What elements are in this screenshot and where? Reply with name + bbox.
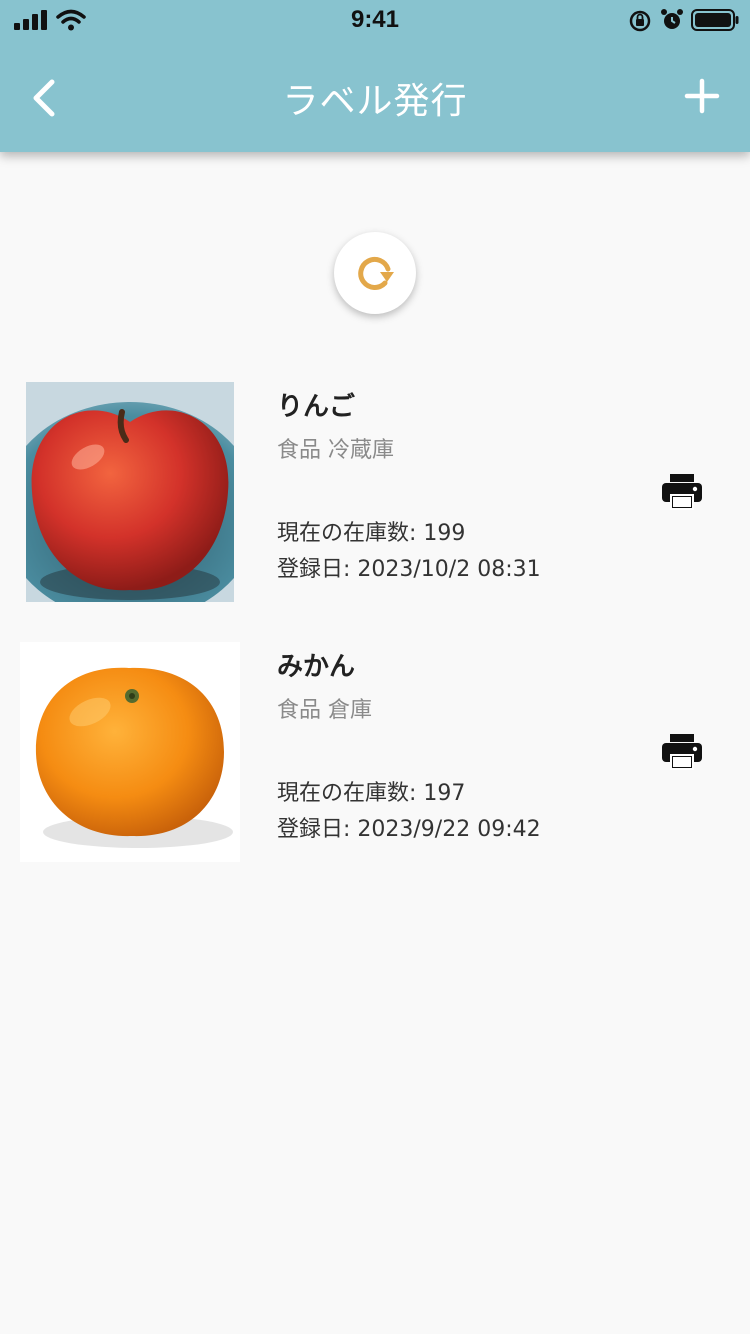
- list-item[interactable]: りんご 食品 冷蔵庫 現在の在庫数: 199 登録日: 2023/10/2 08…: [0, 382, 750, 604]
- print-button[interactable]: [660, 730, 704, 774]
- item-image-apple: [26, 382, 234, 602]
- refresh-icon: [358, 257, 394, 290]
- status-bar: 9:41: [0, 0, 750, 42]
- item-stock: 現在の在庫数: 199: [277, 521, 466, 546]
- alarm-icon: [661, 9, 683, 29]
- refresh-button[interactable]: [334, 232, 416, 314]
- item-name: りんご: [277, 392, 356, 422]
- item-date: 登録日: 2023/9/22 09:42: [277, 817, 541, 842]
- page-title: ラベル発行: [282, 81, 468, 122]
- item-category: 食品 倉庫: [277, 698, 372, 723]
- battery-icon: [691, 9, 739, 31]
- item-name: みかん: [277, 652, 356, 682]
- print-button[interactable]: [660, 470, 704, 514]
- item-date: 登録日: 2023/10/2 08:31: [277, 557, 541, 582]
- list-item[interactable]: みかん 食品 倉庫 現在の在庫数: 197 登録日: 2023/9/22 09:…: [0, 642, 750, 864]
- add-button[interactable]: [684, 78, 720, 114]
- item-image-mandarin: [20, 642, 240, 862]
- item-category: 食品 冷蔵庫: [277, 438, 394, 463]
- item-stock: 現在の在庫数: 197: [277, 781, 466, 806]
- app-header: 9:41 ラベル発行: [0, 0, 750, 152]
- rotation-lock-icon: [629, 10, 651, 32]
